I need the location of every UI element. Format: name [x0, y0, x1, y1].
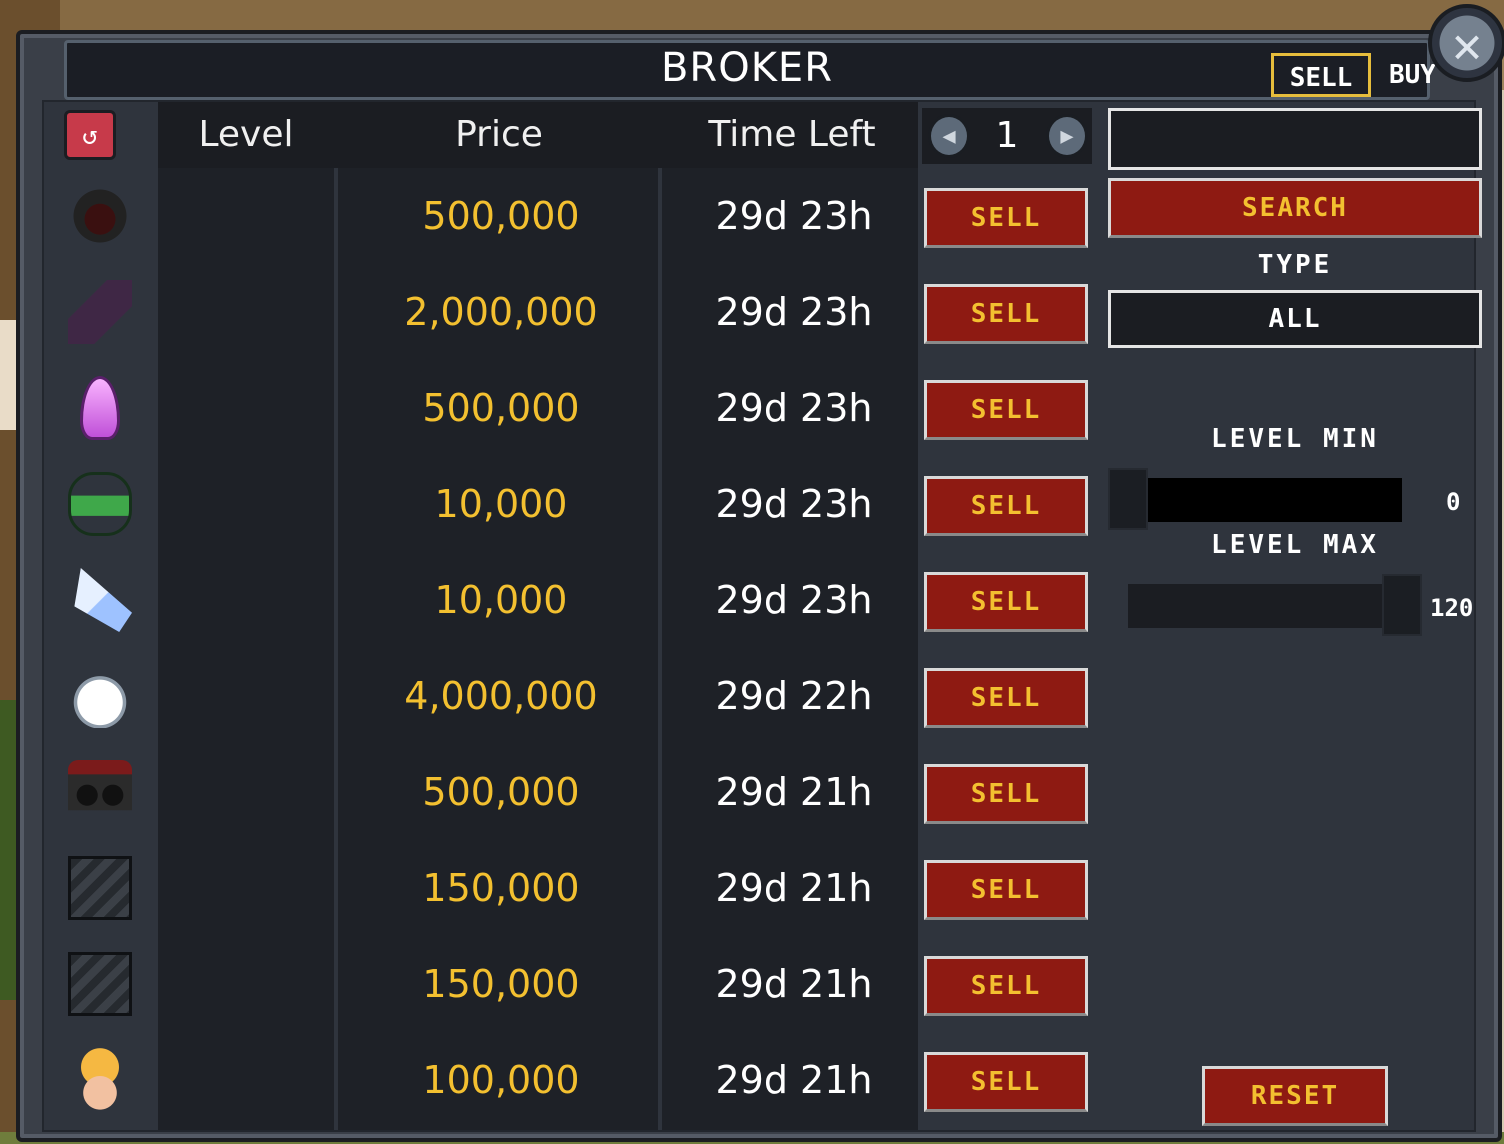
sell-button[interactable]: SELL [924, 668, 1088, 728]
search-input[interactable] [1108, 108, 1482, 170]
row-time-left: 29d 23h [715, 290, 873, 334]
row-price: 10,000 [434, 482, 568, 526]
row-time-left: 29d 23h [715, 386, 873, 430]
broker-window: BROKER SELL BUY ✕ Level Price Time Left … [16, 4, 1504, 1142]
row-price: 100,000 [422, 1058, 580, 1102]
sell-button[interactable]: SELL [924, 284, 1088, 344]
row-time-left: 29d 21h [715, 866, 873, 910]
sell-button[interactable]: SELL [924, 956, 1088, 1016]
table-row: 500,000 29d 23h SELL [44, 360, 1104, 456]
background-character [0, 320, 16, 430]
beard-icon[interactable] [68, 664, 132, 728]
row-price: 150,000 [422, 962, 580, 1006]
header-price[interactable]: Price [338, 102, 660, 168]
level-min-value: 0 [1446, 488, 1461, 516]
type-select[interactable]: ALL [1108, 290, 1482, 348]
back-arrow-icon[interactable]: ↺ [64, 110, 116, 160]
row-time-left: 29d 23h [715, 194, 873, 238]
level-max-label: LEVEL MAX [1211, 530, 1379, 560]
prev-page-icon[interactable]: ◀ [928, 114, 970, 158]
row-price: 4,000,000 [404, 674, 598, 718]
goggles-icon[interactable] [68, 760, 132, 824]
table-row: 100,000 29d 21h SELL [44, 1032, 1104, 1128]
table-row: 4,000,000 29d 22h SELL [44, 648, 1104, 744]
level-min-slider-fill [1144, 478, 1402, 522]
reset-button[interactable]: RESET [1202, 1066, 1388, 1126]
row-price: 500,000 [422, 386, 580, 430]
header-time-left[interactable]: Time Left [664, 102, 920, 168]
wing-icon[interactable] [74, 568, 132, 632]
row-price: 10,000 [434, 578, 568, 622]
row-time-left: 29d 22h [715, 674, 873, 718]
table-row: 2,000,000 29d 23h SELL [44, 264, 1104, 360]
level-max-value: 120 [1430, 594, 1474, 622]
type-label: TYPE [1257, 250, 1333, 280]
raven-icon[interactable] [68, 280, 132, 344]
table-row: 150,000 29d 21h SELL [44, 936, 1104, 1032]
sell-button[interactable]: SELL [924, 764, 1088, 824]
sell-button[interactable]: SELL [924, 860, 1088, 920]
page-number: 1 [995, 115, 1019, 156]
sell-button[interactable]: SELL [924, 380, 1088, 440]
mode-sell-tab[interactable]: SELL [1271, 53, 1371, 97]
row-time-left: 29d 23h [715, 482, 873, 526]
snake-icon[interactable] [68, 472, 132, 536]
empty-slot-icon[interactable] [68, 952, 132, 1016]
egg-hat-icon[interactable] [68, 1048, 132, 1112]
row-time-left: 29d 21h [715, 770, 873, 814]
sell-button[interactable]: SELL [924, 188, 1088, 248]
row-price: 150,000 [422, 866, 580, 910]
row-price: 500,000 [422, 194, 580, 238]
table-row: 150,000 29d 21h SELL [44, 840, 1104, 936]
pagination: ◀ 1 ▶ [922, 108, 1092, 164]
level-min-handle[interactable] [1108, 468, 1148, 530]
close-icon[interactable]: ✕ [1428, 4, 1504, 82]
table-row: 10,000 29d 23h SELL [44, 456, 1104, 552]
title-bar: BROKER SELL BUY [64, 40, 1436, 100]
sell-button[interactable]: SELL [924, 572, 1088, 632]
broker-panel: Level Price Time Left ↺ ◀ 1 ▶ 500,000 29… [42, 100, 1482, 1132]
level-max-slider[interactable] [1128, 584, 1422, 628]
crystal-icon[interactable] [80, 376, 120, 440]
helmet-icon[interactable] [68, 184, 132, 248]
header-level[interactable]: Level [158, 102, 334, 168]
sell-button[interactable]: SELL [924, 476, 1088, 536]
level-min-label: LEVEL MIN [1211, 424, 1379, 454]
empty-slot-icon[interactable] [68, 856, 132, 920]
table-row: 10,000 29d 23h SELL [44, 552, 1104, 648]
search-button[interactable]: SEARCH [1108, 178, 1482, 238]
level-max-handle[interactable] [1382, 574, 1422, 636]
row-price: 2,000,000 [404, 290, 598, 334]
row-time-left: 29d 21h [715, 962, 873, 1006]
table-row: 500,000 29d 21h SELL [44, 744, 1104, 840]
row-time-left: 29d 21h [715, 1058, 873, 1102]
window-title: BROKER [660, 45, 833, 91]
row-price: 500,000 [422, 770, 580, 814]
next-page-icon[interactable]: ▶ [1046, 114, 1088, 158]
row-time-left: 29d 23h [715, 578, 873, 622]
table-row: 500,000 29d 23h SELL [44, 168, 1104, 264]
sell-button[interactable]: SELL [924, 1052, 1088, 1112]
table-header: Level Price Time Left [158, 102, 918, 168]
